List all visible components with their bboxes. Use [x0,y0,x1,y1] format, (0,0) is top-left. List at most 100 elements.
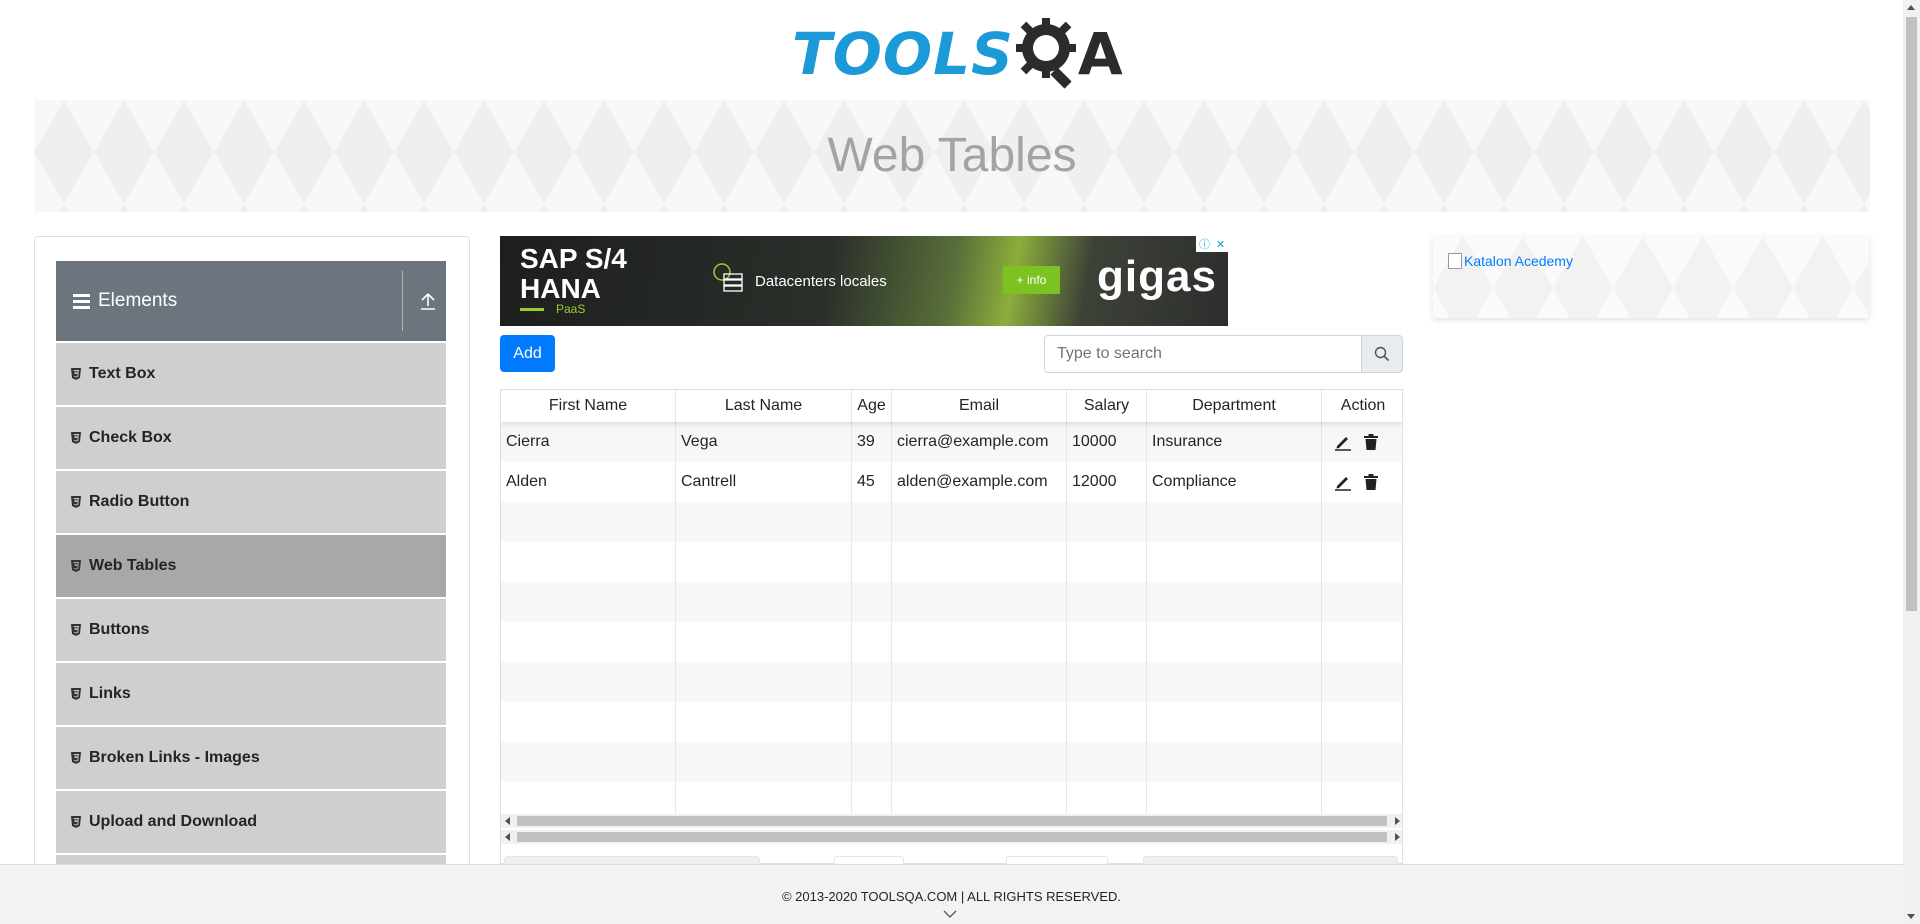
sidebar-group-elements[interactable]: Elements [56,261,446,341]
table-horizontal-scrollbar[interactable] [501,814,1402,828]
pagination-previous[interactable] [504,856,760,864]
page-vertical-scrollbar[interactable] [1903,0,1920,924]
sidebar-item-web-tables[interactable]: Web Tables [56,535,446,597]
table-row-empty [501,502,1402,542]
pagination-page-input[interactable] [834,856,904,864]
scroll-left-arrow-icon[interactable] [505,833,510,841]
sidebar-item-next[interactable] [56,855,446,864]
table-row-empty [501,742,1402,782]
html5-icon [71,688,81,700]
column-header-department[interactable]: Department [1147,390,1322,422]
add-record-button[interactable]: Add [500,335,555,372]
column-header-last-name[interactable]: Last Name [676,390,852,422]
datacenter-icon [713,263,743,292]
sidebar-item-radio-button[interactable]: Radio Button [56,471,446,533]
sidebar-item-check-box[interactable]: Check Box [56,407,446,469]
table-horizontal-scrollbar[interactable] [501,830,1402,844]
table-row: Cierra Vega 39 cierra@example.com 10000 … [501,422,1402,462]
group-title: Elements [98,290,178,311]
web-table: First Name Last Name Age Email Salary De… [500,389,1403,864]
scroll-up-arrow-icon[interactable] [1907,5,1915,10]
table-row-empty [501,542,1402,582]
header-divider [402,271,403,331]
html5-icon [71,752,81,764]
table-row-empty [501,662,1402,702]
scroll-down-arrow-icon[interactable] [1907,914,1915,919]
delete-trash-icon[interactable] [1362,473,1380,491]
sidebar-item-label: Radio Button [89,493,190,510]
html5-icon [71,496,81,508]
ad-alt-text: Katalon Acedemy [1464,253,1573,269]
column-header-salary[interactable]: Salary [1067,390,1147,422]
logo-text: TOOLS [792,19,1014,88]
table-row-empty [501,782,1402,814]
katalon-ad-link[interactable]: Katalon Acedemy [1448,253,1573,269]
table-row-empty [501,702,1402,742]
sidebar-item-broken-links[interactable]: Broken Links - Images [56,727,446,789]
gear-magnifier-icon [1015,17,1076,89]
sidebar-item-label: Links [89,685,131,702]
adchoices-icon[interactable]: ⓘ ✕ [1196,236,1228,252]
html5-icon [71,368,81,380]
sidebar-item-label: Web Tables [89,557,177,574]
toolsqa-logo[interactable]: TOOLS A [792,16,1123,91]
cell-actions [1322,422,1402,462]
ad-brand: gigas [1097,252,1217,301]
ad-banner[interactable]: SAP S/4 HANA PaaS Datacenters locales + … [500,236,1228,326]
katalon-ad[interactable]: Katalon Acedemy [1433,236,1869,318]
edit-pencil-icon[interactable] [1334,433,1352,451]
cell-actions [1322,462,1402,502]
ad-info-button[interactable]: + info [1003,266,1060,294]
table-row-empty [501,582,1402,622]
column-header-email[interactable]: Email [892,390,1067,422]
sidebar-item-links[interactable]: Links [56,663,446,725]
search-button[interactable] [1361,335,1403,373]
sidebar-item-label: Text Box [89,365,156,382]
pagination-next[interactable] [1143,856,1398,864]
sidebar-item-text-box[interactable]: Text Box [56,343,446,405]
cell-email: cierra@example.com [892,422,1067,462]
scroll-right-arrow-icon[interactable] [1395,833,1400,841]
ad-feature: Datacenters locales [755,273,887,290]
scroll-left-arrow-icon[interactable] [505,817,510,825]
edit-pencil-icon[interactable] [1334,473,1352,491]
table-row-empty [501,622,1402,662]
html5-icon [71,560,81,572]
scrollbar-thumb[interactable] [1906,17,1917,611]
sidebar-item-label: Broken Links - Images [89,749,260,766]
cell-age: 39 [852,422,892,462]
cell-department: Insurance [1147,422,1322,462]
ad-tag: PaaS [556,302,586,316]
cell-email: alden@example.com [892,462,1067,502]
sidebar-item-label: Check Box [89,429,172,446]
broken-image-icon [1448,253,1462,269]
column-header-first-name[interactable]: First Name [501,390,676,422]
collapse-arrow-icon[interactable] [420,291,436,311]
cell-last-name: Cantrell [676,462,852,502]
table-row: Alden Cantrell 45 alden@example.com 1200… [501,462,1402,502]
sidebar-item-label: Upload and Download [89,813,257,830]
table-header: First Name Last Name Age Email Salary De… [501,390,1402,422]
scrollbar-thumb[interactable] [517,832,1387,842]
column-header-age[interactable]: Age [852,390,892,422]
page-banner: Web Tables [34,100,1870,212]
column-header-action[interactable]: Action [1322,390,1402,422]
menu-icon [73,293,90,309]
scroll-right-arrow-icon[interactable] [1395,817,1400,825]
sidebar-item-upload-download[interactable]: Upload and Download [56,791,446,853]
search-input[interactable] [1044,335,1362,373]
ad-headline: SAP S/4 HANA [520,243,627,304]
delete-trash-icon[interactable] [1362,433,1380,451]
cell-last-name: Vega [676,422,852,462]
pagination-rows-select[interactable] [1006,856,1108,864]
ad-accent-bar [520,308,544,311]
cell-first-name: Cierra [501,422,676,462]
cell-salary: 10000 [1067,422,1147,462]
sidebar-item-buttons[interactable]: Buttons [56,599,446,661]
search-icon [1374,346,1390,362]
cell-salary: 12000 [1067,462,1147,502]
page-footer: © 2013-2020 TOOLSQA.COM | ALL RIGHTS RES… [0,864,1903,924]
chevron-down-icon[interactable] [943,909,957,919]
scrollbar-thumb[interactable] [517,816,1387,826]
cell-age: 45 [852,462,892,502]
